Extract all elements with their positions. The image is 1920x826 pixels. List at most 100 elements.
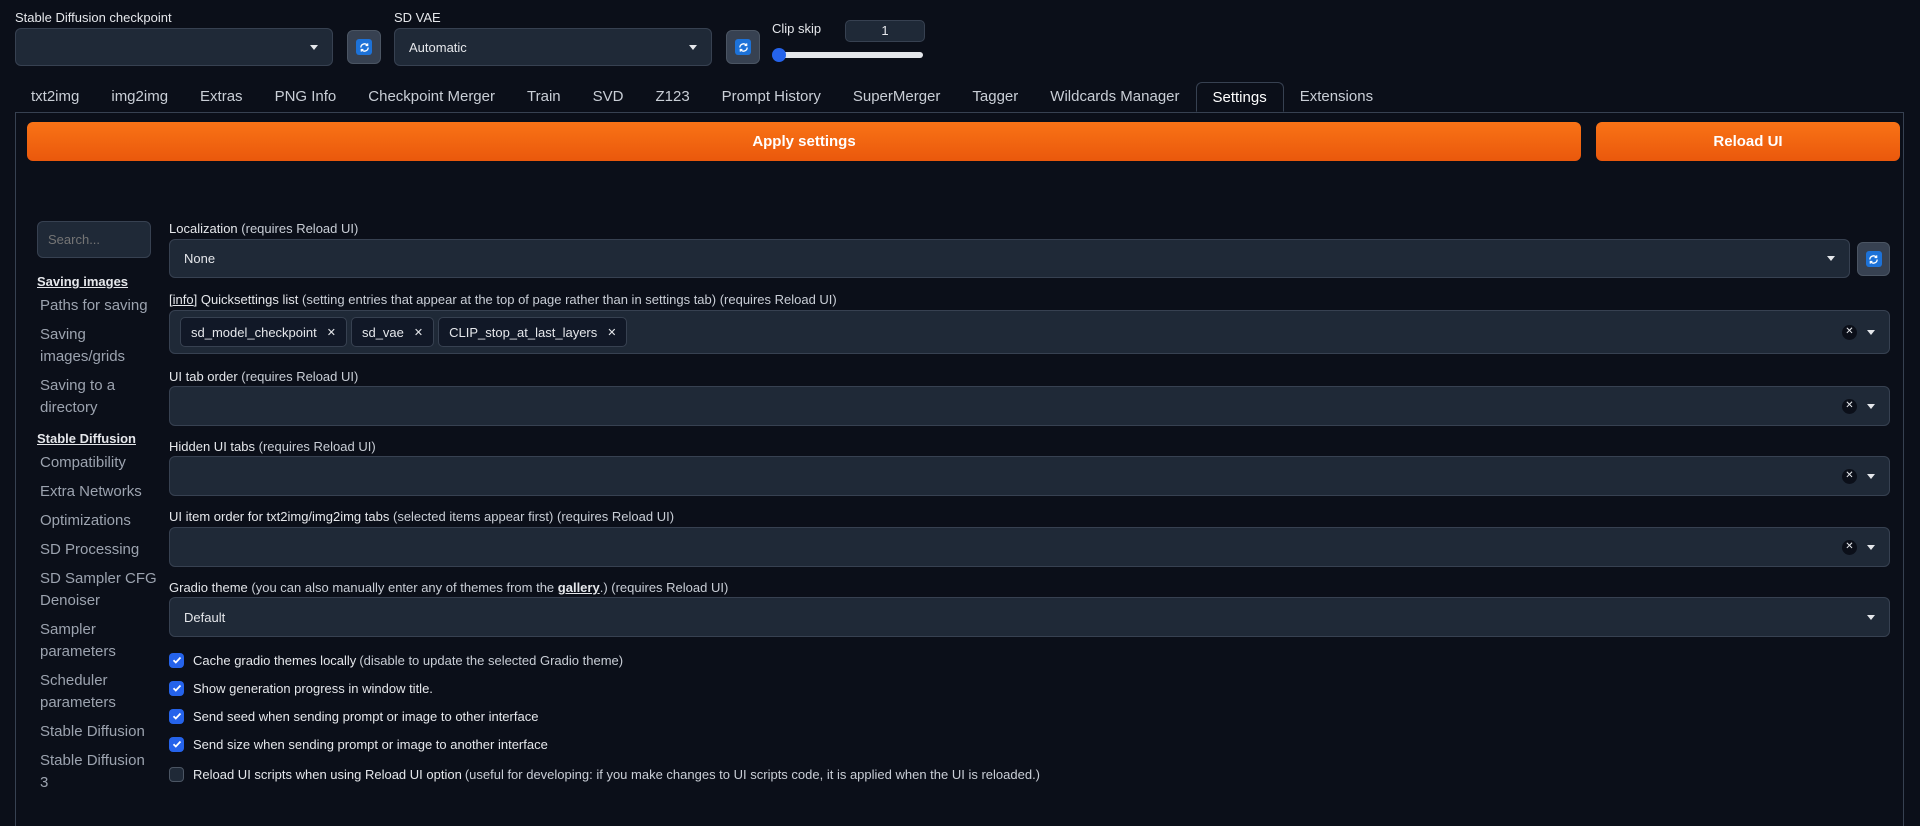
info-link[interactable]: info — [173, 292, 194, 307]
checkbox-checked-icon[interactable] — [169, 708, 184, 724]
vae-refresh-button[interactable] — [726, 30, 760, 64]
quicksettings-chips: sd_model_checkpoint ✕ sd_vae ✕ CLIP_stop_at_… — [180, 317, 631, 347]
clip-skip-input[interactable]: 1 — [845, 20, 925, 42]
sidebar-item[interactable]: SD Sampler CFG Denoiser — [37, 568, 157, 612]
tab-svd[interactable]: SVD — [577, 82, 640, 112]
checkbox-list: Cache gradio themes locally (disable to u… — [169, 650, 1040, 792]
gradio-theme-value: Default — [184, 609, 226, 625]
gradio-theme-label: Gradio theme (you can also manually ente… — [169, 580, 728, 595]
sidebar-item[interactable]: Compatibility — [37, 452, 157, 474]
localization-dropdown[interactable]: None — [169, 239, 1850, 278]
checkbox-label: Send seed when sending prompt or image t… — [193, 708, 539, 724]
vae-dropdown[interactable]: Automatic — [394, 28, 712, 66]
refresh-icon — [735, 39, 751, 55]
checkbox-checked-icon[interactable] — [169, 680, 184, 696]
tab-z123[interactable]: Z123 — [639, 82, 705, 112]
checkbox-label: Send size when sending prompt or image t… — [193, 736, 548, 752]
tab-order-multiselect[interactable]: ✕ — [169, 386, 1890, 426]
quicksettings-chip[interactable]: sd_model_checkpoint ✕ — [180, 317, 347, 347]
sidebar-item[interactable]: Stable Diffusion 3 — [37, 750, 157, 794]
quicksettings-chip[interactable]: CLIP_stop_at_last_layers ✕ — [438, 317, 628, 347]
localization-refresh-button[interactable] — [1857, 242, 1890, 276]
gradio-theme-dropdown[interactable]: Default — [169, 597, 1890, 637]
remove-chip-icon[interactable]: ✕ — [414, 326, 423, 339]
tab-tagger[interactable]: Tagger — [956, 82, 1034, 112]
clip-skip-slider-track[interactable] — [776, 52, 923, 58]
sidebar-section-heading[interactable]: Saving images — [37, 274, 157, 289]
chevron-down-icon[interactable] — [1867, 544, 1875, 550]
tab-png-info[interactable]: PNG Info — [259, 82, 353, 112]
setting-checkbox-row[interactable]: Show generation progress in window title… — [169, 678, 1040, 698]
setting-checkbox-row[interactable]: Send seed when sending prompt or image t… — [169, 706, 1040, 726]
clear-icon[interactable]: ✕ — [1842, 398, 1857, 414]
quicksettings-label: [info] Quicksettings list (setting entri… — [169, 292, 837, 307]
sidebar-item[interactable]: Paths for saving — [37, 295, 157, 317]
gradio-theme-note-end: .) (requires Reload UI) — [599, 580, 729, 595]
refresh-icon — [1865, 251, 1882, 267]
sidebar-item[interactable]: Saving to a directory — [37, 375, 157, 419]
remove-chip-icon[interactable]: ✕ — [607, 326, 616, 339]
checkbox-note: (disable to update the selected Gradio t… — [359, 652, 624, 668]
localization-note: (requires Reload UI) — [241, 221, 359, 236]
hidden-tabs-label: Hidden UI tabs (requires Reload UI) — [169, 439, 376, 454]
chip-label: sd_vae — [361, 324, 404, 340]
chevron-down-icon[interactable] — [1867, 329, 1875, 335]
apply-settings-button[interactable]: Apply settings — [27, 122, 1581, 161]
setting-checkbox-row[interactable]: Send size when sending prompt or image t… — [169, 734, 1040, 754]
tab-settings[interactable]: Settings — [1195, 82, 1284, 112]
gradio-theme-title: Gradio theme — [169, 580, 248, 595]
remove-chip-icon[interactable]: ✕ — [327, 326, 336, 339]
checkbox-label: Show generation progress in window title… — [193, 680, 433, 696]
tab-txt2img[interactable]: txt2img — [15, 82, 95, 112]
sidebar-item[interactable]: Optimizations — [37, 510, 157, 532]
item-order-note: (selected items appear first) (requires … — [392, 509, 675, 524]
clip-skip-slider-handle[interactable] — [772, 48, 786, 62]
checkbox-label: Reload UI scripts when using Reload UI o… — [193, 766, 462, 782]
setting-checkbox-row[interactable]: Cache gradio themes locally (disable to u… — [169, 650, 1040, 670]
quicksettings-title: Quicksettings list — [200, 292, 299, 307]
clip-skip-label: Clip skip — [772, 21, 822, 36]
tab-wildcards-manager[interactable]: Wildcards Manager — [1034, 82, 1195, 112]
tab-extras[interactable]: Extras — [184, 82, 259, 112]
chevron-down-icon[interactable] — [1867, 473, 1875, 479]
tab-prompt-history[interactable]: Prompt History — [706, 82, 837, 112]
sidebar-item[interactable]: Extra Networks — [37, 481, 157, 503]
tab-train[interactable]: Train — [511, 82, 577, 112]
settings-sidebar: Saving images Paths for saving Saving imag… — [37, 274, 157, 801]
checkbox-unchecked-icon[interactable] — [169, 766, 184, 782]
checkpoint-refresh-button[interactable] — [347, 30, 381, 64]
sidebar-item[interactable]: Stable Diffusion — [37, 721, 157, 743]
tab-supermerger[interactable]: SuperMerger — [837, 82, 957, 112]
hidden-tabs-multiselect[interactable]: ✕ — [169, 456, 1890, 496]
chevron-down-icon[interactable] — [1867, 403, 1875, 409]
localization-label: Localization (requires Reload UI) — [169, 221, 358, 236]
gallery-link[interactable]: gallery — [558, 580, 600, 595]
tab-img2img[interactable]: img2img — [95, 82, 184, 112]
setting-checkbox-row[interactable]: Reload UI scripts when using Reload UI o… — [169, 764, 1040, 784]
sidebar-section-heading[interactable]: Stable Diffusion — [37, 431, 157, 446]
checkpoint-dropdown[interactable] — [15, 28, 333, 66]
clear-icon[interactable]: ✕ — [1842, 324, 1857, 340]
chip-label: CLIP_stop_at_last_layers — [449, 324, 598, 340]
tab-bar: txt2img img2img Extras PNG Info Checkpoint M… — [15, 82, 1389, 112]
chevron-down-icon — [1827, 256, 1835, 261]
checkbox-checked-icon[interactable] — [169, 652, 184, 668]
item-order-label: UI item order for txt2img/img2img tabs (… — [169, 509, 674, 524]
tab-checkpoint-merger[interactable]: Checkpoint Merger — [352, 82, 511, 112]
sidebar-item[interactable]: Scheduler parameters — [37, 670, 157, 714]
checkbox-note: (useful for developing: if you make chan… — [464, 766, 1041, 782]
checkbox-checked-icon[interactable] — [169, 736, 184, 752]
hidden-tabs-title: Hidden UI tabs — [169, 439, 255, 454]
item-order-multiselect[interactable]: ✕ — [169, 527, 1890, 567]
quicksettings-multiselect[interactable]: sd_model_checkpoint ✕ sd_vae ✕ CLIP_stop_at_… — [169, 310, 1890, 354]
sidebar-item[interactable]: Saving images/grids — [37, 324, 157, 368]
clear-icon[interactable]: ✕ — [1842, 539, 1857, 555]
settings-search-input[interactable] — [37, 221, 151, 258]
chevron-down-icon — [1867, 614, 1875, 620]
tab-extensions[interactable]: Extensions — [1284, 82, 1389, 112]
sidebar-item[interactable]: Sampler parameters — [37, 619, 157, 663]
clear-icon[interactable]: ✕ — [1842, 468, 1857, 484]
quicksettings-chip[interactable]: sd_vae ✕ — [350, 317, 435, 347]
reload-ui-button[interactable]: Reload UI — [1596, 122, 1900, 161]
sidebar-item[interactable]: SD Processing — [37, 539, 157, 561]
